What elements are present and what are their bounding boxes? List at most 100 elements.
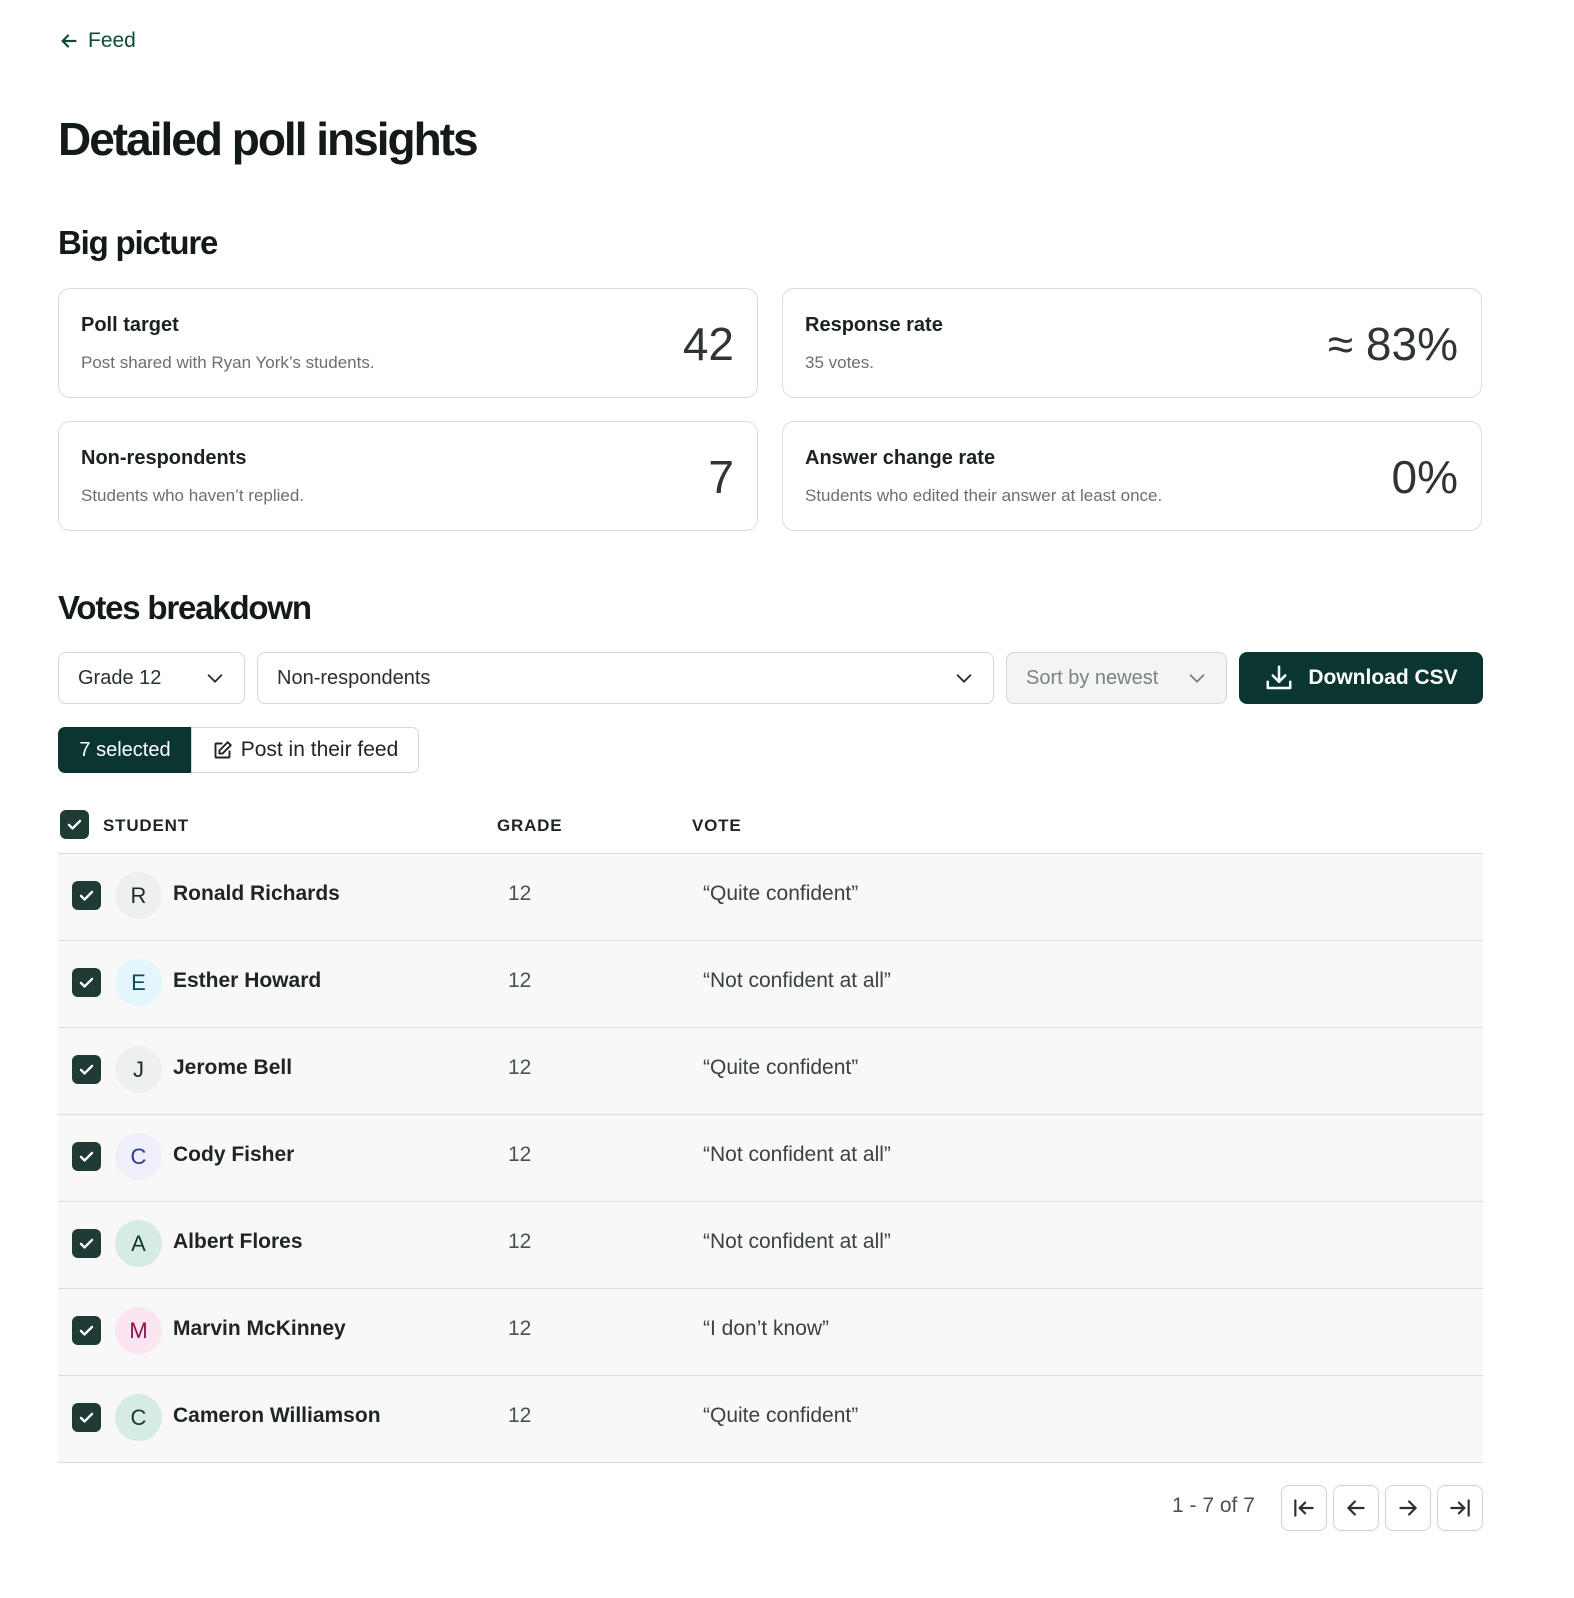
stat-label: Non-respondents: [81, 447, 247, 469]
next-page-button[interactable]: [1385, 1485, 1431, 1531]
row-checkbox[interactable]: [72, 1142, 101, 1171]
row-checkbox[interactable]: [72, 881, 101, 910]
first-page-button[interactable]: [1281, 1485, 1327, 1531]
check-icon: [79, 1325, 94, 1336]
student-vote: “Not confident at all”: [703, 1143, 891, 1166]
student-grade: 12: [508, 1404, 532, 1427]
table-row[interactable]: C Cameron Williamson 12 “Quite confident…: [58, 1376, 1483, 1463]
respondent-filter-select[interactable]: Non-respondents: [257, 652, 994, 704]
student-name: Cameron Williamson: [173, 1404, 381, 1427]
student-name: Esther Howard: [173, 969, 322, 992]
download-icon: [1266, 665, 1292, 690]
student-name: Ronald Richards: [173, 882, 340, 905]
stat-description: 35 votes.: [805, 353, 874, 372]
votes-breakdown-heading: Votes breakdown: [58, 589, 312, 626]
stat-label: Poll target: [81, 314, 179, 336]
student-table-body: R Ronald Richards 12 “Quite confident” E…: [58, 854, 1483, 1463]
student-vote: “Not confident at all”: [703, 1230, 891, 1253]
avatar: C: [115, 1394, 162, 1441]
avatar: C: [115, 1133, 162, 1180]
big-picture-heading: Big picture: [58, 224, 218, 261]
stat-value: 7: [708, 451, 734, 503]
stat-description: Post shared with Ryan York’s students.: [81, 353, 375, 372]
stat-card-answer-change-rate: Answer change rate Students who edited t…: [782, 421, 1482, 531]
arrow-right-icon: [1399, 1500, 1417, 1516]
check-icon: [79, 890, 94, 901]
avatar: J: [115, 1046, 162, 1093]
stat-description: Students who haven’t replied.: [81, 486, 305, 505]
stat-value: 42: [682, 318, 734, 370]
row-checkbox[interactable]: [72, 1316, 101, 1345]
check-icon: [79, 1238, 94, 1249]
arrow-left-icon: [1347, 1500, 1365, 1516]
student-vote: “Quite confident”: [703, 1056, 859, 1079]
chevron-down-icon: [956, 674, 972, 683]
row-checkbox[interactable]: [72, 1403, 101, 1432]
check-icon: [67, 819, 82, 830]
download-csv-label: Download CSV: [1308, 666, 1458, 689]
sort-select-value: Sort by newest: [1026, 666, 1159, 689]
column-header-grade: GRADE: [497, 816, 563, 835]
check-icon: [79, 977, 94, 988]
table-row[interactable]: C Cody Fisher 12 “Not confident at all”: [58, 1115, 1483, 1202]
row-checkbox[interactable]: [72, 1229, 101, 1258]
student-grade: 12: [508, 1317, 532, 1340]
student-grade: 12: [508, 882, 532, 905]
select-all-checkbox[interactable]: [60, 810, 89, 839]
check-icon: [79, 1412, 94, 1423]
chevron-down-icon: [207, 674, 223, 683]
student-grade: 12: [508, 1143, 532, 1166]
avatar: A: [115, 1220, 162, 1267]
download-csv-button[interactable]: Download CSV: [1239, 652, 1483, 704]
page-title: Detailed poll insights: [58, 113, 479, 165]
last-page-button[interactable]: [1437, 1485, 1483, 1531]
edit-icon: [214, 740, 232, 758]
student-name: Cody Fisher: [173, 1143, 295, 1166]
column-header-vote: VOTE: [692, 816, 742, 835]
stat-description: Students who edited their answer at leas…: [805, 486, 1163, 505]
avatar: M: [115, 1307, 162, 1354]
post-in-feed-label: Post in their feed: [240, 738, 399, 761]
student-name: Jerome Bell: [173, 1056, 293, 1079]
previous-page-button[interactable]: [1333, 1485, 1379, 1531]
student-name: Marvin McKinney: [173, 1317, 346, 1340]
grade-select[interactable]: Grade 12: [58, 652, 245, 704]
first-page-icon: [1294, 1499, 1314, 1517]
student-vote: “I don’t know”: [703, 1317, 830, 1340]
stat-card-non-respondents: Non-respondents Students who haven’t rep…: [58, 421, 758, 531]
stat-value: 0%: [1391, 451, 1458, 503]
row-checkbox[interactable]: [72, 1055, 101, 1084]
stat-card-response-rate: Response rate 35 votes. ≈ 83%: [782, 288, 1482, 398]
table-row[interactable]: J Jerome Bell 12 “Quite confident”: [58, 1028, 1483, 1115]
student-vote: “Quite confident”: [703, 1404, 859, 1427]
stat-value: ≈ 83%: [1327, 318, 1458, 370]
student-grade: 12: [508, 969, 532, 992]
student-name: Albert Flores: [173, 1230, 303, 1253]
student-vote: “Not confident at all”: [703, 969, 891, 992]
respondent-filter-value: Non-respondents: [277, 666, 431, 689]
stat-card-poll-target: Poll target Post shared with Ryan York’s…: [58, 288, 758, 398]
pagination-range: 1 - 7 of 7: [1172, 1494, 1255, 1517]
arrow-left-icon: [61, 34, 77, 48]
check-icon: [79, 1064, 94, 1075]
row-checkbox[interactable]: [72, 968, 101, 997]
post-in-feed-button[interactable]: Post in their feed: [191, 727, 419, 773]
table-row[interactable]: E Esther Howard 12 “Not confident at all…: [58, 941, 1483, 1028]
table-row[interactable]: A Albert Flores 12 “Not confident at all…: [58, 1202, 1483, 1289]
table-row[interactable]: M Marvin McKinney 12 “I don’t know”: [58, 1289, 1483, 1376]
avatar: E: [115, 959, 162, 1006]
student-grade: 12: [508, 1230, 532, 1253]
grade-select-value: Grade 12: [78, 666, 162, 689]
sort-select[interactable]: Sort by newest: [1006, 652, 1227, 704]
table-row[interactable]: R Ronald Richards 12 “Quite confident”: [58, 854, 1483, 941]
back-to-feed-link[interactable]: Feed: [58, 29, 136, 53]
stat-label: Answer change rate: [805, 447, 996, 469]
chevron-down-icon: [1189, 674, 1205, 683]
stat-label: Response rate: [805, 314, 943, 336]
avatar: R: [115, 872, 162, 919]
back-link-label: Feed: [88, 29, 136, 52]
last-page-icon: [1450, 1499, 1470, 1517]
table-header: STUDENT GRADE VOTE: [58, 810, 1483, 854]
student-grade: 12: [508, 1056, 532, 1079]
column-header-student: STUDENT: [103, 816, 189, 835]
